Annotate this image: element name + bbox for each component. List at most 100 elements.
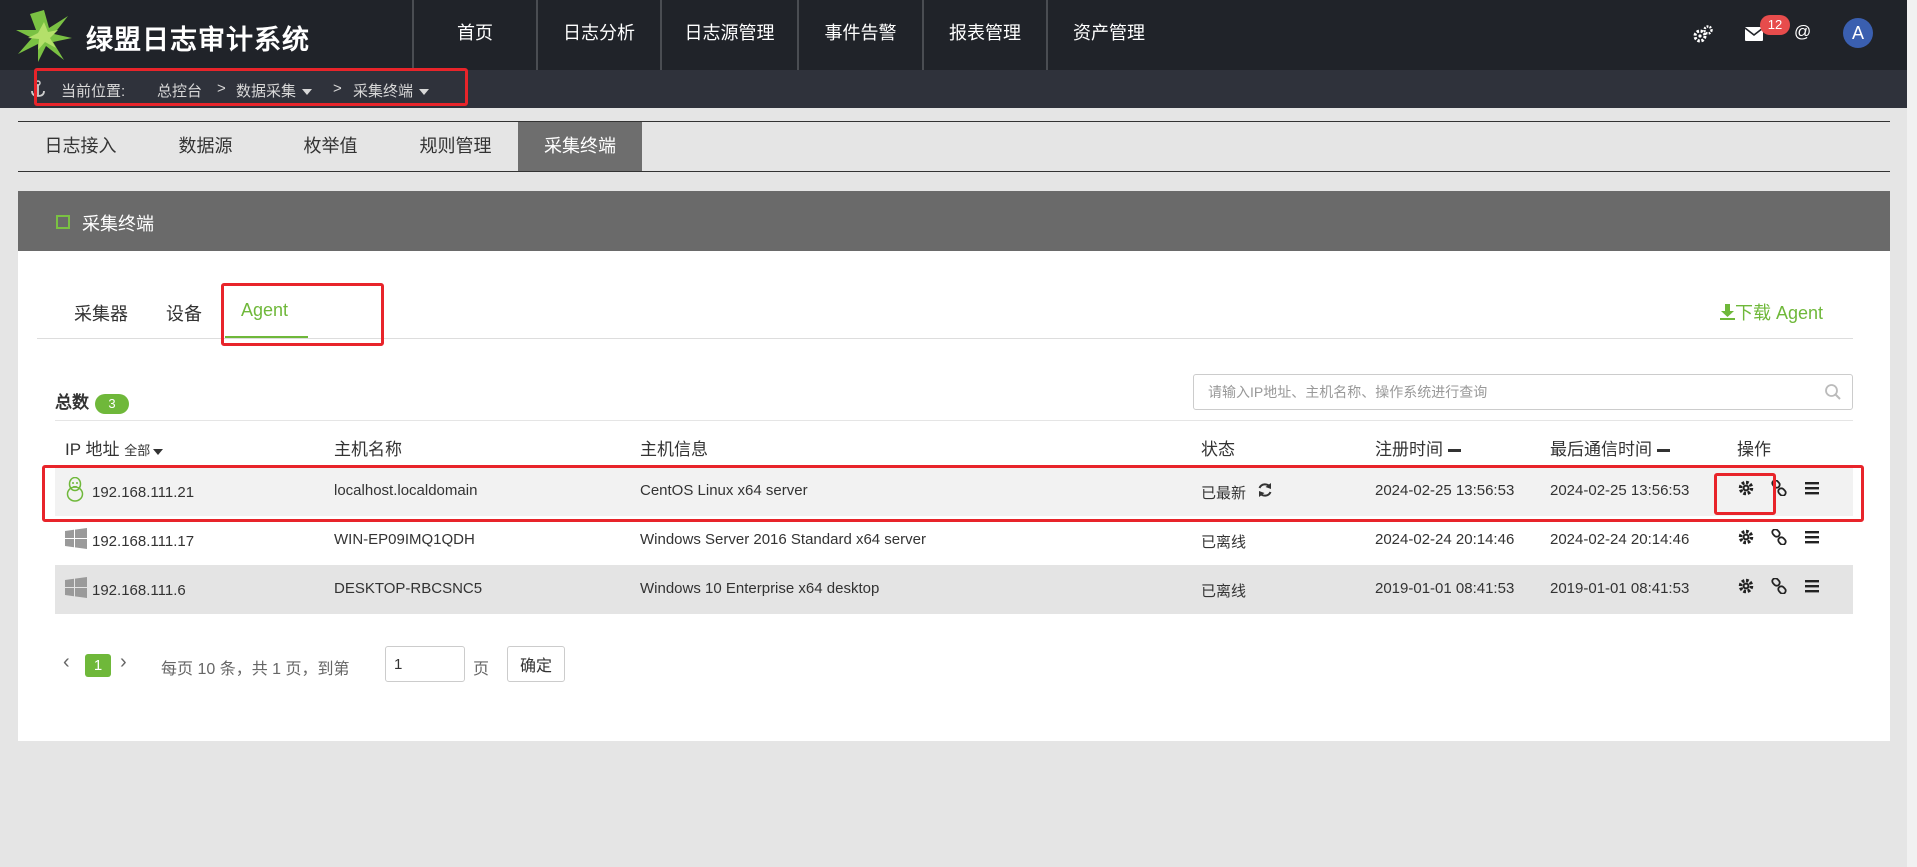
table-row[interactable]: 192.168.111.17 WIN-EP09IMQ1QDH Windows S… (55, 516, 1853, 565)
breadcrumb-data-collection-label: 数据采集 (236, 83, 297, 100)
link-icon[interactable] (1771, 578, 1787, 594)
breadcrumb-collection-terminal[interactable]: 采集终端 (353, 80, 430, 101)
row-registered-time: 2019-01-01 08:41:53 (1375, 580, 1515, 597)
star-burst-logo (16, 10, 72, 62)
menu-icon[interactable] (1804, 480, 1820, 496)
row-last-contact-time: 2019-01-01 08:41:53 (1550, 580, 1690, 597)
square-icon (56, 215, 70, 229)
row-last-contact-time: 2024-02-24 20:14:46 (1550, 531, 1690, 548)
breadcrumb: 当前位置: 总控台 > 数据采集 > 采集终端 (0, 70, 1907, 108)
app-title: 绿盟日志审计系统 (86, 25, 310, 55)
download-agent-button[interactable]: 下载 Agent (1720, 299, 1823, 325)
total-count: 总数 3 (55, 388, 129, 414)
row-last-contact-time: 2024-02-25 13:56:53 (1550, 482, 1690, 499)
subtab-agent[interactable]: Agent (241, 300, 288, 321)
menu-icon[interactable] (1804, 578, 1820, 594)
row-ip: 192.168.111.21 (92, 484, 195, 501)
prev-page-button[interactable]: ‹ (63, 651, 70, 674)
link-icon[interactable] (1771, 529, 1787, 545)
top-bar: 绿盟日志审计系统 首页 日志分析 日志源管理 事件告警 报表管理 资产管理 12… (0, 0, 1907, 70)
breadcrumb-home[interactable]: 总控台 (157, 80, 202, 101)
download-agent-label: 下载 Agent (1735, 303, 1824, 323)
breadcrumb-separator: > (333, 80, 342, 97)
menu-icon[interactable] (1804, 529, 1820, 545)
nav-log-analysis[interactable]: 日志分析 (536, 0, 660, 70)
page-scrollbar[interactable] (1907, 0, 1917, 867)
gear-icon[interactable] (1738, 529, 1754, 545)
nav-event-alerts[interactable]: 事件告警 (797, 0, 922, 70)
agent-table: IP 地址 全部 主机名称 主机信息 状态 注册时间 最后通信时间 操作 192… (55, 420, 1853, 614)
nav-asset-management[interactable]: 资产管理 (1046, 0, 1170, 70)
breadcrumb-collection-terminal-label: 采集终端 (353, 83, 414, 100)
column-ip: IP 地址 全部 (65, 435, 164, 460)
confirm-goto-button[interactable]: 确定 (507, 646, 565, 682)
row-host-info: Windows 10 Enterprise x64 desktop (640, 580, 880, 597)
row-status: 已离线 (1201, 583, 1247, 600)
panel-header: 采集终端 (18, 191, 1890, 251)
mail-count-badge: 12 (1760, 15, 1790, 35)
chevron-down-icon (302, 89, 313, 96)
nav-home[interactable]: 首页 (412, 0, 536, 70)
column-operations: 操作 (1737, 440, 1771, 459)
column-host-name: 主机名称 (334, 440, 402, 459)
column-last-contact-time[interactable]: 最后通信时间 (1550, 435, 1670, 460)
search-input[interactable] (1194, 375, 1814, 409)
row-registered-time: 2024-02-25 13:56:53 (1375, 482, 1515, 499)
row-ip: 192.168.111.17 (92, 533, 195, 550)
gears-icon[interactable] (1693, 24, 1713, 44)
page-1-button[interactable]: 1 (85, 654, 111, 677)
refresh-icon[interactable] (1257, 482, 1273, 498)
sort-icon (1447, 449, 1461, 453)
chevron-down-icon (153, 448, 164, 455)
panel-title: 采集终端 (82, 214, 154, 234)
avatar[interactable]: A (1843, 18, 1873, 48)
search-icon[interactable] (1824, 383, 1842, 401)
row-status: 已最新 (1201, 485, 1247, 502)
subtab-collector[interactable]: 采集器 (74, 300, 128, 326)
gear-icon[interactable] (1738, 578, 1754, 594)
row-registered-time: 2024-02-24 20:14:46 (1375, 531, 1515, 548)
total-label: 总数 (55, 393, 89, 412)
search-box (1193, 374, 1853, 410)
breadcrumb-separator: > (217, 80, 226, 97)
column-last-contact-time-label: 最后通信时间 (1550, 440, 1652, 459)
row-host-name: WIN-EP09IMQ1QDH (334, 531, 475, 548)
column-registered-time[interactable]: 注册时间 (1375, 435, 1461, 460)
ip-filter-dropdown[interactable]: 全部 (124, 443, 164, 458)
tab-log-ingestion[interactable]: 日志接入 (18, 122, 143, 171)
nav-report-management[interactable]: 报表管理 (922, 0, 1046, 70)
sort-icon (1656, 449, 1670, 453)
sub-tabs: 采集器 设备 Agent (37, 284, 1853, 339)
tab-data-source[interactable]: 数据源 (143, 122, 268, 171)
tab-collection-terminal[interactable]: 采集终端 (518, 122, 642, 171)
linux-tux-icon (66, 477, 84, 502)
column-ip-label: IP 地址 (65, 440, 120, 459)
ip-filter-label: 全部 (124, 443, 151, 458)
anchor-icon (31, 80, 45, 97)
download-icon (1720, 304, 1735, 320)
active-tab-indicator (225, 336, 308, 338)
column-status: 状态 (1201, 440, 1235, 459)
row-host-name: localhost.localdomain (334, 482, 478, 499)
breadcrumb-label: 当前位置: (61, 83, 126, 100)
table-row[interactable]: 192.168.111.6 DESKTOP-RBCSNC5 Windows 10… (55, 565, 1853, 614)
page-unit-label: 页 (473, 661, 490, 678)
tab-enum-values[interactable]: 枚举值 (268, 122, 393, 171)
nav-log-source-management[interactable]: 日志源管理 (660, 0, 797, 70)
goto-page-input[interactable] (385, 646, 465, 682)
gear-icon[interactable] (1738, 480, 1754, 496)
next-page-button[interactable]: › (120, 651, 127, 674)
windows-icon (65, 528, 87, 549)
row-host-info: Windows Server 2016 Standard x64 server (640, 531, 926, 548)
main-nav: 首页 日志分析 日志源管理 事件告警 报表管理 资产管理 (412, 0, 1170, 70)
at-symbol[interactable]: @ (1794, 22, 1811, 42)
link-icon[interactable] (1771, 480, 1787, 496)
row-status: 已离线 (1201, 534, 1247, 551)
column-registered-time-label: 注册时间 (1375, 440, 1443, 459)
breadcrumb-data-collection[interactable]: 数据采集 (236, 80, 313, 101)
chevron-down-icon (419, 89, 430, 96)
tab-rule-management[interactable]: 规则管理 (393, 122, 518, 171)
module-tabs: 日志接入 数据源 枚举值 规则管理 采集终端 (18, 121, 1890, 172)
table-row[interactable]: 192.168.111.21 localhost.localdomain Cen… (55, 467, 1853, 516)
subtab-device[interactable]: 设备 (166, 300, 202, 326)
